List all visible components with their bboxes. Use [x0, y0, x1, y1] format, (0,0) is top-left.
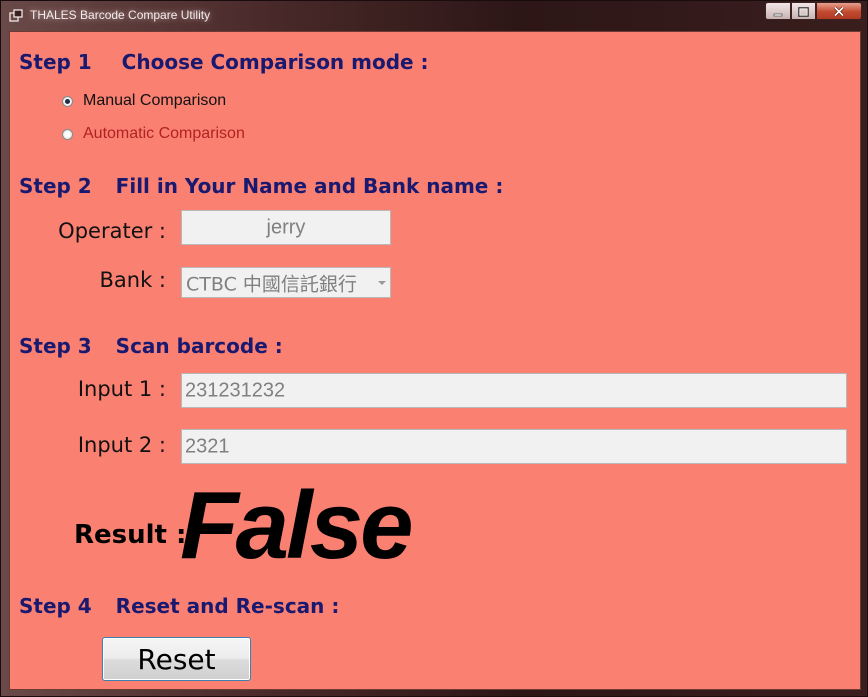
automatic-comparison-option[interactable]: Automatic Comparison: [62, 125, 245, 143]
input1-value: 231231232: [185, 379, 286, 401]
input1-field[interactable]: 231231232: [181, 373, 847, 408]
window-title: THALES Barcode Compare Utility: [30, 8, 211, 22]
bank-selected-value: CTBC 中國信託銀行: [186, 273, 357, 295]
input1-label: Input 1 :: [77, 377, 166, 401]
step2-title: Fill in Your Name and Bank name :: [115, 174, 504, 198]
step1-number: Step 1: [19, 50, 92, 74]
step4-heading: Step 4 Reset and Re-scan :: [19, 594, 339, 618]
step3-heading: Step 3 Scan barcode :: [19, 334, 283, 358]
step3-number: Step 3: [19, 334, 92, 358]
step2-number: Step 2: [19, 174, 92, 198]
close-icon: [833, 2, 845, 21]
step1-heading: Step 1 Choose Comparison mode :: [19, 50, 429, 74]
minimize-button[interactable]: [765, 2, 791, 20]
minimize-icon: [773, 2, 783, 21]
main-panel: Step 1 Choose Comparison mode : Manual C…: [9, 31, 861, 690]
bank-select[interactable]: CTBC 中國信託銀行: [181, 267, 391, 298]
automatic-comparison-label: Automatic Comparison: [83, 125, 245, 142]
manual-comparison-option[interactable]: Manual Comparison: [62, 92, 226, 110]
maximize-button[interactable]: [791, 2, 816, 20]
step4-title: Reset and Re-scan :: [115, 594, 340, 618]
step2-heading: Step 2 Fill in Your Name and Bank name :: [19, 174, 503, 198]
input2-value: 2321: [185, 435, 230, 457]
input2-field[interactable]: 2321: [181, 429, 847, 464]
manual-comparison-label: Manual Comparison: [83, 92, 227, 109]
step4-number: Step 4: [19, 594, 92, 618]
radio-selected-icon[interactable]: [62, 95, 73, 107]
operator-value: jerry: [266, 216, 306, 238]
operator-field[interactable]: jerry: [181, 210, 391, 245]
app-window-icon: [9, 8, 23, 22]
result-value: False: [180, 472, 413, 579]
operator-label: Operater :: [58, 219, 166, 243]
close-button[interactable]: [816, 2, 862, 20]
app-window: THALES Barcode Compare Utility Step 1 Ch…: [0, 0, 868, 697]
input2-label: Input 2 :: [77, 433, 166, 457]
step1-title: Choose Comparison mode :: [121, 50, 429, 74]
step3-title: Scan barcode :: [115, 334, 283, 358]
chevron-down-icon[interactable]: [378, 280, 386, 285]
maximize-icon: [798, 2, 809, 21]
title-bar[interactable]: THALES Barcode Compare Utility: [1, 1, 867, 29]
result-label: Result :: [74, 520, 187, 550]
caption-buttons: [765, 2, 862, 21]
reset-button[interactable]: Reset: [102, 637, 251, 681]
bank-label: Bank :: [99, 268, 167, 292]
radio-unselected-icon[interactable]: [62, 128, 73, 140]
